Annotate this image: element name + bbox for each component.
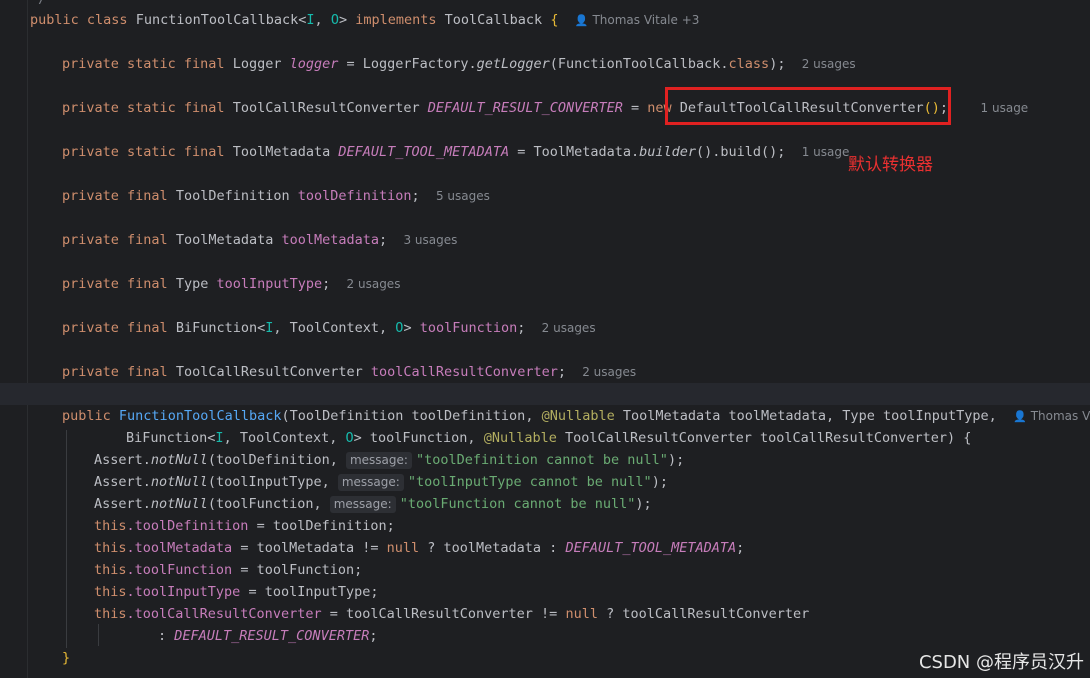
usages-hint[interactable]: 1 usage	[981, 101, 1029, 115]
author-inlay-hint[interactable]: 👤 Thomas Vitale +3	[575, 13, 700, 27]
usages-hint[interactable]: 3 usages	[403, 233, 457, 247]
usages-hint[interactable]: 2 usages	[542, 321, 596, 335]
current-line-highlight	[0, 383, 1090, 405]
field-tool-metadata-line: private final ToolMetadata toolMetadata;…	[62, 232, 458, 248]
usages-hint[interactable]: 5 usages	[436, 189, 490, 203]
parameter-name-hint: message:	[337, 474, 404, 491]
continuation-line: : DEFAULT_RESULT_CONVERTER;	[158, 628, 378, 644]
assignment-line: this.toolInputType = toolInputType;	[94, 584, 379, 600]
class-name: FunctionToolCallback	[135, 12, 299, 28]
assignment-line: this.toolDefinition = toolDefinition;	[94, 518, 395, 534]
usages-hint[interactable]: 1 usage	[802, 145, 850, 159]
usages-hint[interactable]: 2 usages	[347, 277, 401, 291]
field-tool-call-result-converter-line: private final ToolCallResultConverter to…	[62, 364, 637, 380]
assignment-line: this.toolCallResultConverter = toolCallR…	[94, 606, 810, 622]
field-tool-definition-line: private final ToolDefinition toolDefinit…	[62, 188, 490, 204]
watermark: CSDN @程序员汉升	[918, 652, 1084, 673]
author-inlay-hint[interactable]: 👤Thomas Vitale	[1013, 409, 1090, 423]
assert-line: Assert.notNull(toolDefinition, message: "…	[94, 452, 685, 469]
field-logger-line: private static final Logger logger = Log…	[62, 56, 856, 72]
assert-line: Assert.notNull(toolInputType, message: "t…	[94, 474, 668, 491]
assignment-line: this.toolFunction = toolFunction;	[94, 562, 363, 578]
field-tool-function-line: private final BiFunction<I, ToolContext,…	[62, 320, 596, 336]
assert-line: Assert.notNull(toolFunction, message: "to…	[94, 496, 652, 513]
highlight-box	[665, 87, 951, 125]
usages-hint[interactable]: 2 usages	[582, 365, 636, 379]
parameter-name-hint: message:	[329, 496, 396, 513]
indent-guide	[66, 430, 67, 648]
assignment-line: this.toolMetadata = toolMetadata != null…	[94, 540, 745, 556]
usages-hint[interactable]: 2 usages	[802, 57, 856, 71]
constructor-signature-line: public FunctionToolCallback(ToolDefiniti…	[0, 405, 1090, 427]
person-icon: 👤	[1013, 410, 1027, 423]
person-icon: 👤	[574, 14, 589, 27]
field-tool-input-type-line: private final Type toolInputType; 2 usag…	[62, 276, 401, 292]
parameter-name-hint: message:	[345, 452, 412, 469]
class-declaration-line: public class FunctionToolCallback<I, O> …	[30, 12, 700, 28]
annotation-note: 默认转换器	[848, 155, 933, 175]
indent-guide	[98, 624, 99, 646]
constructor-params-line: BiFunction<I, ToolContext, O> toolFuncti…	[126, 430, 972, 446]
